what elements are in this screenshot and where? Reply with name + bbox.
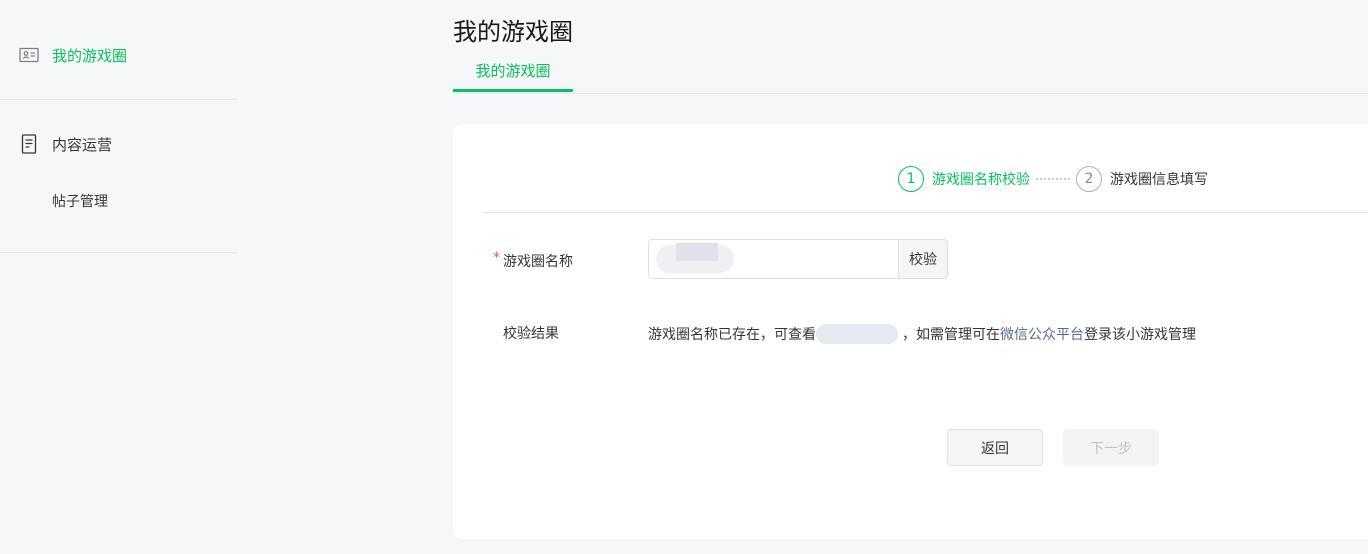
sidebar-divider xyxy=(0,252,237,253)
next-step-button[interactable]: 下一步 xyxy=(1063,429,1159,466)
sidebar-subitem-post-management[interactable]: 帖子管理 xyxy=(52,191,108,211)
required-mark: * xyxy=(493,250,500,266)
tab-underline-track xyxy=(453,93,1368,94)
verify-button[interactable]: 校验 xyxy=(898,239,948,279)
step-number: 1 xyxy=(898,166,924,192)
name-label: 游戏圈名称 xyxy=(503,254,573,270)
redacted-text xyxy=(816,324,898,344)
card-divider xyxy=(482,212,1368,213)
verify-result: 游戏圈名称已存在，可查看 ，如需管理可在 微信公众平台 登录该小游戏管理 xyxy=(648,324,1196,344)
tab-my-game-circle[interactable]: 我的游戏圈 xyxy=(453,56,573,92)
wechat-platform-link[interactable]: 微信公众平台 xyxy=(1000,324,1084,344)
sidebar-item-my-game-circle[interactable]: 我的游戏圈 xyxy=(0,40,127,70)
sidebar-divider xyxy=(0,99,237,100)
result-suffix: 登录该小游戏管理 xyxy=(1084,327,1196,343)
document-icon xyxy=(18,133,40,155)
app-root: 我的游戏圈 内容运营 帖子管理 我的游戏圈 我的游戏圈 1 游戏圈名称校验 2 … xyxy=(0,0,1368,554)
main-card: 1 游戏圈名称校验 2 游戏圈信息填写 * 游戏圈名称 校验 校验结果 游戏圈名… xyxy=(453,124,1368,539)
step-1: 1 游戏圈名称校验 xyxy=(898,166,1030,192)
step-label: 游戏圈信息填写 xyxy=(1110,172,1208,188)
page-title: 我的游戏圈 xyxy=(453,18,573,46)
step-number: 2 xyxy=(1076,166,1102,192)
step-indicator: 1 游戏圈名称校验 2 游戏圈信息填写 xyxy=(898,166,1208,192)
result-label: 校验结果 xyxy=(503,326,559,342)
result-middle: ，如需管理可在 xyxy=(902,327,1000,343)
sidebar: 我的游戏圈 内容运营 帖子管理 xyxy=(0,0,237,554)
name-input-group: 校验 xyxy=(648,239,948,279)
game-circle-name-input[interactable] xyxy=(648,239,898,279)
sidebar-item-label: 内容运营 xyxy=(52,135,113,154)
back-button[interactable]: 返回 xyxy=(947,429,1043,466)
step-2: 2 游戏圈信息填写 xyxy=(1076,166,1208,192)
sidebar-item-content-ops[interactable]: 内容运营 xyxy=(0,129,112,159)
sidebar-item-label: 我的游戏圈 xyxy=(52,46,128,65)
result-prefix: 游戏圈名称已存在，可查看 xyxy=(648,327,816,343)
step-label: 游戏圈名称校验 xyxy=(932,172,1030,188)
step-connector xyxy=(1036,178,1070,180)
id-card-icon xyxy=(18,44,40,66)
